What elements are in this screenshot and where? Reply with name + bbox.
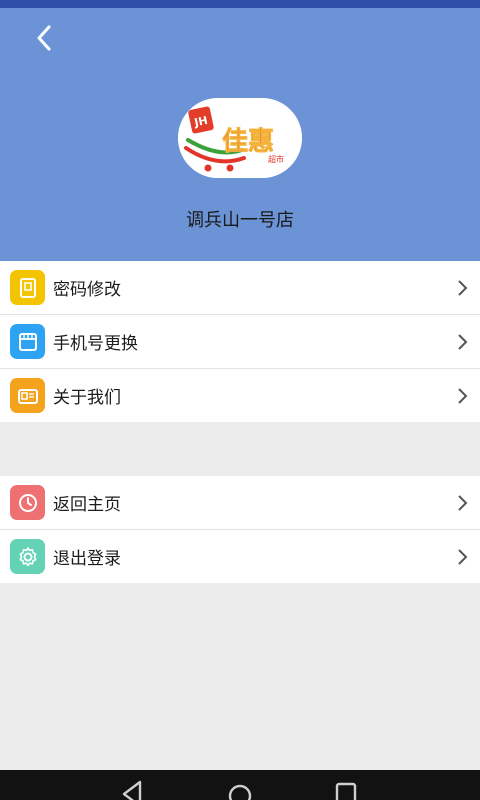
gear-icon [10, 539, 45, 574]
lock-document-icon [10, 270, 45, 305]
menu-item-go-home[interactable]: 返回主页 [0, 476, 480, 530]
nav-home-button[interactable] [220, 776, 260, 800]
logo-sub-text: 超市 [268, 154, 284, 164]
settings-group-session: 返回主页 退出登录 [0, 476, 480, 583]
menu-item-label: 手机号更换 [53, 334, 138, 354]
nav-recents-button[interactable] [326, 776, 366, 800]
chevron-right-icon [450, 332, 474, 352]
chevron-right-icon [450, 386, 474, 406]
clock-icon [10, 485, 45, 520]
menu-item-label: 退出登录 [53, 549, 121, 569]
menu-item-label: 关于我们 [53, 388, 121, 408]
chevron-right-icon [450, 278, 474, 298]
store-logo: JH 佳惠 超市 [178, 98, 302, 178]
chevron-right-icon [450, 547, 474, 567]
back-button[interactable] [24, 16, 64, 60]
menu-item-label: 返回主页 [53, 495, 121, 515]
store-name: 调兵山一号店 [186, 210, 294, 231]
system-navigation-bar [0, 770, 480, 800]
recents-square-icon [335, 782, 357, 800]
menu-item-about-us[interactable]: 关于我们 [0, 369, 480, 422]
phone-card-icon [10, 324, 45, 359]
profile-header: JH 佳惠 超市 调兵山一号店 [0, 8, 480, 261]
menu-item-change-phone[interactable]: 手机号更换 [0, 315, 480, 369]
settings-group-account: 密码修改 手机号更换 关于我们 [0, 261, 480, 422]
home-circle-icon [228, 784, 252, 800]
chevron-left-icon [37, 25, 51, 51]
logo-main-text: 佳惠 [222, 127, 274, 157]
status-bar [0, 0, 480, 8]
menu-item-change-password[interactable]: 密码修改 [0, 261, 480, 315]
back-triangle-icon [122, 780, 142, 800]
menu-item-logout[interactable]: 退出登录 [0, 530, 480, 583]
id-card-icon [10, 378, 45, 413]
screen: JH 佳惠 超市 调兵山一号店 密码修改 手机号更换 关于我们 返回主页 退出登… [0, 0, 480, 800]
nav-back-button[interactable] [112, 776, 152, 800]
menu-item-label: 密码修改 [53, 280, 121, 300]
chevron-right-icon [450, 493, 474, 513]
